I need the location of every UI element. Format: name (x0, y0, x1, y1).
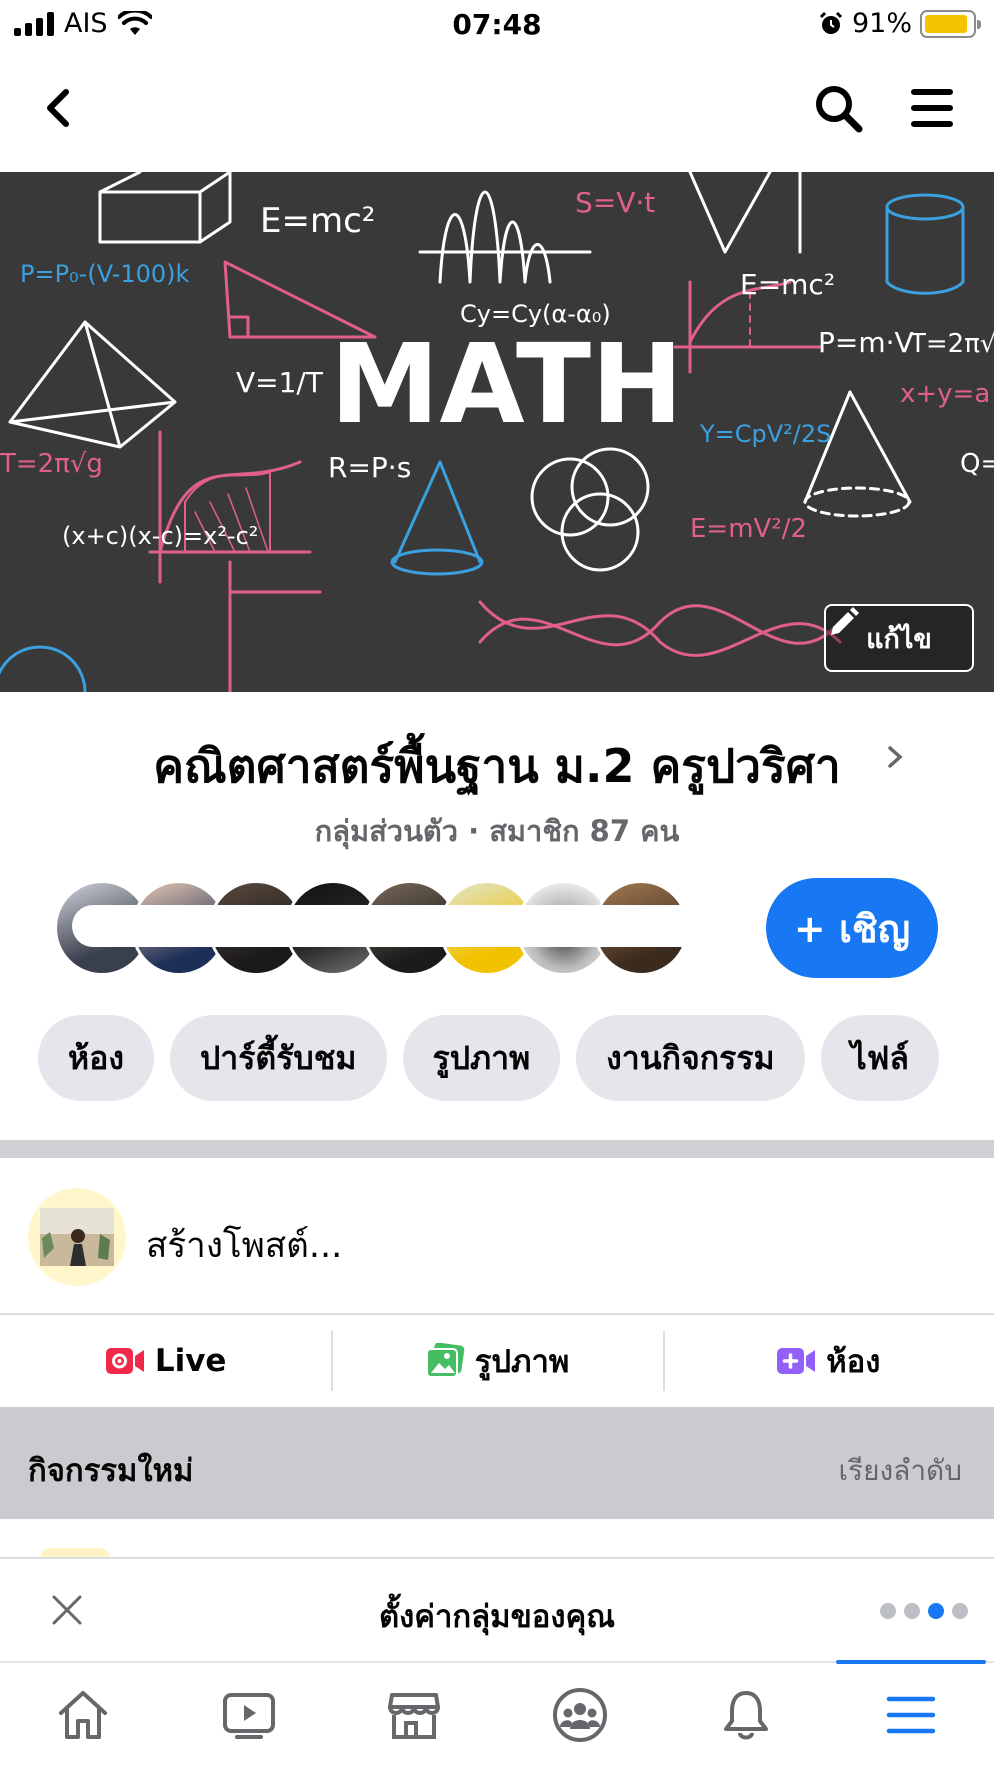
pencil-icon (831, 607, 859, 635)
svg-text:x+y=a: x+y=a (900, 379, 990, 409)
tab-notifications[interactable] (663, 1663, 829, 1767)
chip-photos[interactable]: รูปภาพ (402, 1015, 561, 1101)
photo-icon (425, 1343, 464, 1378)
room-label: ห้อง (826, 1344, 881, 1380)
avatar[interactable] (28, 1188, 126, 1286)
alarm-icon (819, 11, 843, 34)
edit-cover-label: แก้ไข (866, 623, 932, 655)
edit-cover-button[interactable]: แก้ไข (824, 604, 974, 672)
chip-rooms[interactable]: ห้อง (38, 1015, 154, 1101)
chip-files[interactable]: ไฟล์ (820, 1015, 939, 1101)
tab-groups[interactable] (497, 1663, 663, 1767)
marketplace-icon (388, 1693, 441, 1739)
svg-text:Y=CpV²/2S: Y=CpV²/2S (699, 420, 831, 448)
new-activity-header: กิจกรรมใหม่ เรียงลำดับ (0, 1407, 994, 1519)
svg-text:P=P₀-(V-100)k: P=P₀-(V-100)k (20, 260, 190, 288)
post-composer[interactable]: สร้างโพสต์... (0, 1158, 994, 1313)
bottom-tab-bar (0, 1660, 994, 1767)
status-right: 91% (818, 8, 981, 39)
group-setup-banner[interactable]: ตั้งค่ากลุ่มของคุณ (0, 1557, 994, 1661)
chip-watch-party[interactable]: ปาร์ตี้รับชม (169, 1015, 387, 1101)
tab-home[interactable] (0, 1663, 166, 1767)
composer-prompt[interactable]: สร้างโพสต์... (146, 1218, 342, 1273)
battery-icon (920, 9, 981, 38)
tab-marketplace[interactable] (331, 1663, 497, 1767)
search-icon[interactable] (810, 80, 866, 136)
carousel-dot-active (928, 1603, 944, 1619)
section-divider (0, 1140, 994, 1158)
live-label: Live (154, 1343, 227, 1379)
video-icon (222, 1693, 275, 1739)
new-activity-title: กิจกรรมใหม่ (28, 1453, 194, 1489)
setup-banner-title[interactable]: ตั้งค่ากลุ่มของคุณ (0, 1591, 994, 1641)
notifications-icon (723, 1691, 768, 1740)
live-video-icon (105, 1348, 144, 1374)
svg-text:E=mc²: E=mc² (740, 268, 835, 301)
tab-menu[interactable] (828, 1660, 994, 1767)
svg-text:V=1/T: V=1/T (236, 366, 324, 399)
status-bar: AIS 07:48 91% (0, 0, 994, 50)
group-title[interactable]: คณิตศาสตร์พื้นฐาน ม.2 ครูปวริศา (153, 739, 841, 793)
photo-label: รูปภาพ (474, 1344, 570, 1380)
cover-headline: MATH (330, 320, 683, 448)
svg-text:(x+c)(x-c)=x²-c²: (x+c)(x-c)=x²-c² (62, 522, 258, 550)
battery-percent: 91% (851, 8, 912, 39)
svg-text:Q=: Q= (960, 449, 994, 479)
carousel-dot (904, 1603, 920, 1619)
live-button[interactable]: Live (0, 1315, 331, 1407)
sort-button[interactable]: เรียงลำดับ (838, 1449, 962, 1493)
svg-text:E=mV²/2: E=mV²/2 (690, 514, 807, 544)
group-privacy-members[interactable]: กลุ่มส่วนตัว · สมาชิก 87 คน (0, 808, 994, 854)
hamburger-menu-icon[interactable] (910, 86, 954, 130)
carousel-dot (880, 1603, 896, 1619)
formula-text: E=mc² (260, 201, 375, 241)
chevron-right-icon[interactable] (884, 740, 908, 774)
battery-level (925, 14, 967, 33)
svg-text:S=V·t: S=V·t (575, 186, 655, 219)
group-tabs-chips: ห้อง ปาร์ตี้รับชม รูปภาพ งานกิจกรรม ไฟล์ (38, 1015, 994, 1101)
group-cover-photo[interactable]: E=mc² S=V·t P=P₀-(V-100)k Cy=Cy(α-α₀) E=… (0, 172, 994, 692)
groups-icon (552, 1688, 607, 1742)
group-nav-bar (0, 50, 994, 172)
photo-button[interactable]: รูปภาพ (331, 1315, 662, 1407)
tab-watch[interactable] (166, 1663, 332, 1767)
composer-actions: Live รูปภาพ ห้อง (0, 1315, 994, 1407)
svg-text:R=P·s: R=P·s (328, 451, 411, 484)
chip-events[interactable]: งานกิจกรรม (576, 1015, 805, 1101)
home-icon (58, 1691, 107, 1739)
carousel-dot (952, 1603, 968, 1619)
back-icon[interactable] (38, 78, 78, 138)
svg-text:T=2π√g: T=2π√g (909, 329, 994, 359)
room-video-icon (777, 1348, 816, 1374)
svg-text:P=m·V: P=m·V (818, 326, 914, 359)
invite-button[interactable]: + เชิญ (766, 878, 938, 978)
redaction-bar (72, 905, 736, 947)
menu-icon (886, 1696, 936, 1734)
room-button[interactable]: ห้อง (662, 1315, 994, 1407)
carousel-dots (880, 1603, 968, 1619)
group-title-row[interactable]: คณิตศาสตร์พื้นฐาน ม.2 ครูปวริศา (0, 730, 994, 803)
svg-text:T=2π√g: T=2π√g (0, 449, 103, 479)
